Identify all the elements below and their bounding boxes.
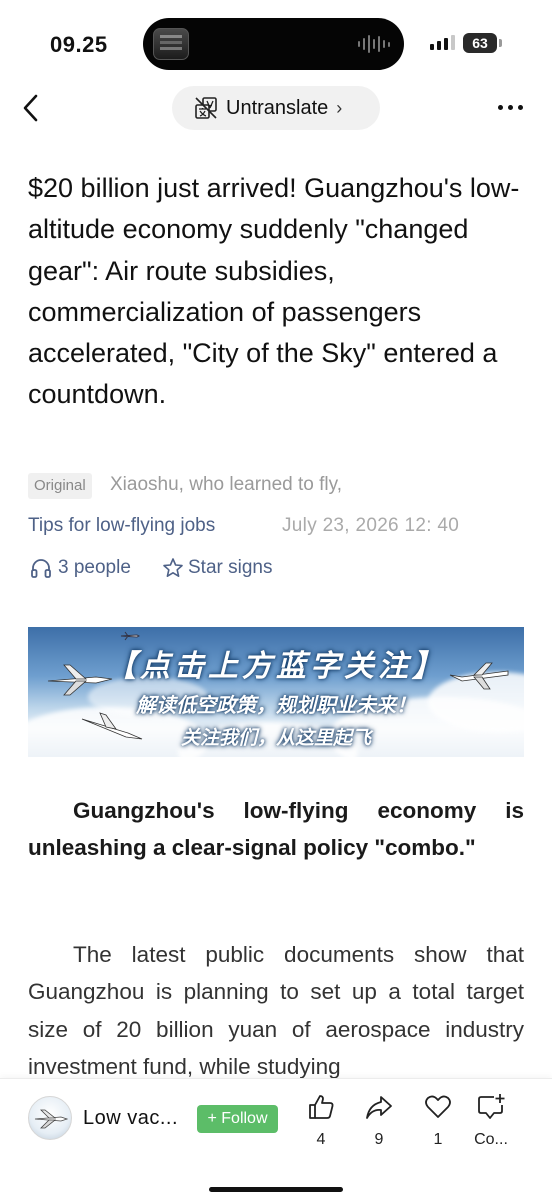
comment-button[interactable]: Co... xyxy=(466,1093,516,1149)
share-icon xyxy=(366,1096,392,1119)
lead-paragraph: Guangzhou's low-flying economy is unleas… xyxy=(28,792,524,867)
share-count: 9 xyxy=(374,1131,384,1148)
star-icon xyxy=(163,558,183,577)
airplane-graphic xyxy=(120,631,140,641)
headphones-icon xyxy=(31,559,51,578)
body-text: The latest public documents show that Gu… xyxy=(28,942,524,1079)
chevron-right-icon: › xyxy=(336,97,343,118)
favorite-button[interactable]: 1 xyxy=(413,1093,463,1149)
back-arrow-icon xyxy=(23,94,38,122)
now-playing-artwork xyxy=(153,28,189,60)
comment-label: Co... xyxy=(474,1131,508,1148)
airplane-avatar-icon xyxy=(34,1109,69,1129)
share-button[interactable]: 9 xyxy=(354,1093,404,1149)
star-button[interactable]: Star signs xyxy=(162,557,272,579)
more-icon xyxy=(498,104,503,110)
banner-line-1: 【点击上方蓝字关注】 xyxy=(106,650,446,683)
favorite-count: 1 xyxy=(433,1131,443,1148)
listen-button[interactable]: 3 people xyxy=(30,557,131,579)
publish-date: July 23, 2026 12: 40 xyxy=(282,515,460,536)
original-badge: Original xyxy=(28,473,92,499)
star-label: Star signs xyxy=(188,557,273,578)
thumbs-up-icon xyxy=(309,1095,334,1119)
audio-waveform-icon xyxy=(358,34,390,54)
battery-indicator: 63 xyxy=(463,33,502,53)
comment-icon xyxy=(478,1094,505,1119)
status-time: 09.25 xyxy=(50,32,108,57)
lead-text: Guangzhou's low-flying economy is unleas… xyxy=(28,798,524,861)
author-name: Xiaoshu, who learned to fly, xyxy=(110,474,343,495)
article-title: $20 billion just arrived! Guangzhou's lo… xyxy=(28,173,520,410)
follow-banner-image[interactable]: 【点击上方蓝字关注】 解读低空政策，规划职业未来！ 关注我们，从这里起飞 xyxy=(28,627,524,757)
listeners-count: 3 people xyxy=(58,557,131,578)
banner-line-3: 关注我们，从这里起飞 xyxy=(180,728,371,749)
account-link[interactable]: Tips for low-flying jobs xyxy=(28,515,215,537)
status-bar: 09.25 63 xyxy=(0,0,552,80)
like-button[interactable]: 4 xyxy=(296,1093,346,1149)
cellular-signal-icon xyxy=(430,34,455,50)
untranslate-label: Untranslate xyxy=(226,96,329,119)
body-paragraph: The latest public documents show that Gu… xyxy=(28,936,524,1085)
follow-button[interactable]: + Follow xyxy=(197,1105,278,1133)
translate-icon xyxy=(195,97,217,119)
account-avatar[interactable] xyxy=(28,1096,72,1140)
like-count: 4 xyxy=(316,1131,326,1148)
dynamic-island xyxy=(143,18,404,70)
bottom-action-bar: Low vac... + Follow 4 9 1 Co... xyxy=(0,1078,552,1200)
untranslate-button[interactable]: Untranslate › xyxy=(172,86,380,130)
more-options-button[interactable] xyxy=(498,100,528,114)
banner-line-2: 解读低空政策，规划职业未来！ xyxy=(136,695,416,717)
heart-icon xyxy=(425,1095,451,1118)
back-button[interactable] xyxy=(18,92,48,124)
account-name[interactable]: Low vac... xyxy=(83,1107,178,1130)
home-indicator xyxy=(209,1187,343,1192)
